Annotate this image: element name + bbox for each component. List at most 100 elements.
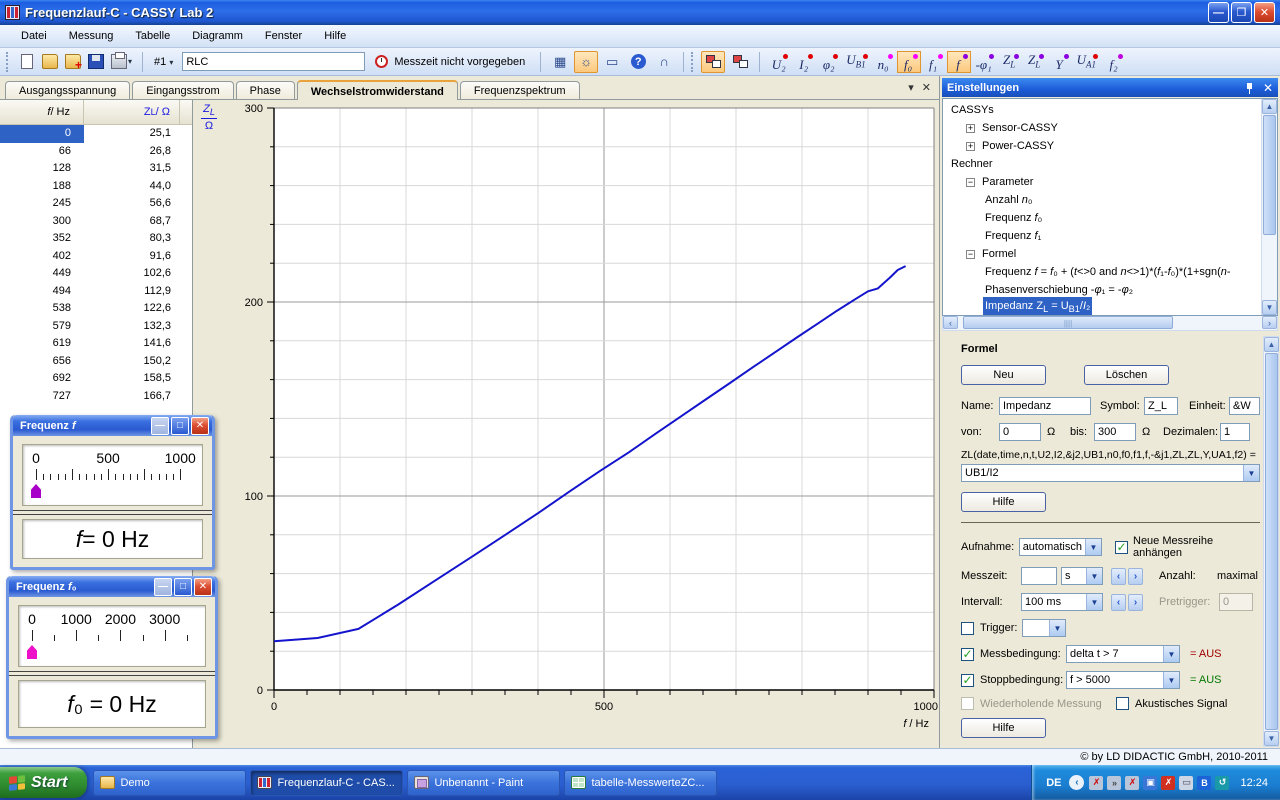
cell-zl[interactable]: 26,8 — [84, 143, 180, 161]
table-row[interactable]: 12831,5 — [0, 160, 192, 178]
chevron-down-icon[interactable]: ▼ — [1163, 646, 1179, 662]
messbedingung-combo[interactable]: delta t > 7 ▼ — [1066, 645, 1180, 663]
scroll-thumb[interactable] — [1265, 353, 1278, 730]
cell-zl[interactable]: 68,7 — [84, 213, 180, 231]
settings-vertical-scrollbar[interactable]: ▲ ▼ — [1263, 336, 1279, 747]
tree-item[interactable]: Frequenz f₁ — [947, 227, 1277, 245]
column-header-zl[interactable]: ZL / Ω — [84, 100, 180, 124]
close-button[interactable]: ✕ — [191, 417, 209, 435]
table-row[interactable]: 656150,2 — [0, 353, 192, 371]
chevron-down-icon[interactable]: ▼ — [1163, 672, 1179, 688]
table-row[interactable]: 35280,3 — [0, 230, 192, 248]
bluetooth-icon[interactable]: B — [1197, 776, 1211, 790]
display-settings-icon[interactable]: ▭ — [1179, 776, 1193, 790]
collapse-icon[interactable]: − — [966, 178, 975, 187]
frequenz-f0-window[interactable]: Frequenz f₀ — □ ✕ 0100020003000 f₀ = 0 H… — [6, 576, 218, 739]
maximize-button[interactable]: □ — [174, 578, 192, 596]
table-row[interactable]: 619141,6 — [0, 335, 192, 353]
quantity-₂-button[interactable]: φ₂ — [817, 51, 841, 73]
cell-zl[interactable]: 102,6 — [84, 265, 180, 283]
tree-item[interactable]: Frequenz f = f₀ + (t<>0 and n<>1)*(f₁-f₀… — [947, 263, 1277, 281]
cell-f[interactable]: 727 — [0, 388, 84, 406]
minimize-button[interactable]: — — [1208, 2, 1229, 23]
tree-item-label[interactable]: Sensor-CASSY — [980, 119, 1060, 137]
neue-messreihe-checkbox[interactable]: ✓ — [1115, 541, 1128, 554]
tree-item[interactable]: Impedanz ZL = UB1/I₂ — [947, 299, 1277, 316]
frequenz-f-slider[interactable]: 05001000 — [22, 444, 203, 506]
expand-icon[interactable]: + — [966, 124, 975, 133]
quantity-f₁-button[interactable]: f₁ — [922, 51, 946, 73]
intervall-increase-icon[interactable]: › — [1128, 594, 1143, 611]
frequenz-f-window[interactable]: Frequenz f — □ ✕ 05001000 f = 0 Hz — [10, 415, 215, 570]
messzeit-increase-icon[interactable]: › — [1128, 568, 1143, 585]
quantity-U₂-button[interactable]: U₂ — [767, 51, 791, 73]
table-row[interactable]: 692158,5 — [0, 370, 192, 388]
chevron-down-icon[interactable]: ▼ — [1085, 539, 1101, 555]
quantity-n₀-button[interactable]: n₀ — [872, 51, 896, 73]
tree-vertical-scrollbar[interactable]: ▲ ▼ — [1261, 99, 1277, 315]
quantity-UA1-button[interactable]: UA1 — [1073, 51, 1101, 73]
cell-zl[interactable]: 150,2 — [84, 353, 180, 371]
start-button[interactable]: Start — [0, 767, 87, 798]
stoppbedingung-checkbox[interactable]: ✓ — [961, 674, 974, 687]
tree-item[interactable]: CASSYs — [947, 101, 1277, 119]
symbol-input[interactable] — [1144, 397, 1178, 415]
append-file-button[interactable] — [62, 52, 84, 71]
bis-input[interactable] — [1094, 423, 1136, 441]
cell-zl[interactable]: 112,9 — [84, 283, 180, 301]
messzeit-decrease-icon[interactable]: ‹ — [1111, 568, 1126, 585]
taskbar-task-demo[interactable]: Demo — [93, 770, 246, 796]
aufnahme-combo[interactable]: automatisch ▼ — [1019, 538, 1102, 556]
table-row[interactable]: 40291,6 — [0, 248, 192, 266]
tab-ausgangsspannung[interactable]: Ausgangsspannung — [5, 81, 130, 99]
cell-zl[interactable]: 91,6 — [84, 248, 180, 266]
cascade-windows-icon[interactable] — [701, 51, 725, 73]
cell-zl[interactable]: 166,7 — [84, 388, 180, 406]
minimize-button[interactable]: — — [154, 578, 172, 596]
formula-combo[interactable]: UB1/I2 ▼ — [961, 464, 1260, 482]
cell-zl[interactable]: 44,0 — [84, 178, 180, 196]
scroll-down-icon[interactable]: ▼ — [1262, 300, 1277, 315]
quantity-I₂-button[interactable]: I₂ — [792, 51, 816, 73]
cell-f[interactable]: 619 — [0, 335, 84, 353]
menu-messung[interactable]: Messung — [58, 27, 125, 45]
cell-f[interactable]: 579 — [0, 318, 84, 336]
open-file-button[interactable] — [39, 52, 61, 71]
intervall-decrease-icon[interactable]: ‹ — [1111, 594, 1126, 611]
tree-item-label[interactable]: Formel — [980, 245, 1018, 263]
table-row[interactable]: 6626,8 — [0, 143, 192, 161]
scroll-right-icon[interactable]: › — [1262, 316, 1277, 329]
cell-zl[interactable]: 132,3 — [84, 318, 180, 336]
scroll-up-icon[interactable]: ▲ — [1262, 99, 1277, 114]
minimize-button[interactable]: — — [151, 417, 169, 435]
name-input[interactable] — [999, 397, 1091, 415]
cell-f[interactable]: 656 — [0, 353, 84, 371]
tree-item-label[interactable]: Rechner — [949, 155, 995, 173]
tree-item-label[interactable]: Parameter — [980, 173, 1035, 191]
table-row[interactable]: 30068,7 — [0, 213, 192, 231]
taskbar-task-tabelle-messwertezc[interactable]: tabelle-MesswerteZC... — [564, 770, 717, 796]
quantity-f₂-button[interactable]: f₂ — [1102, 51, 1126, 73]
formel-hilfe-button[interactable]: Hilfe — [961, 492, 1046, 512]
table-row[interactable]: 18844,0 — [0, 178, 192, 196]
messzeit-input[interactable] — [1021, 567, 1057, 585]
cell-f[interactable]: 0 — [0, 125, 84, 143]
cell-f[interactable]: 449 — [0, 265, 84, 283]
chevron-down-icon[interactable]: ▼ — [1086, 594, 1102, 610]
tree-item[interactable]: −Parameter — [947, 173, 1277, 191]
scroll-up-icon[interactable]: ▲ — [1264, 337, 1279, 352]
akustisches-signal-checkbox[interactable] — [1116, 697, 1129, 710]
frequenz-f0-titlebar[interactable]: Frequenz f₀ — □ ✕ — [9, 576, 215, 597]
maximize-button[interactable]: □ — [171, 417, 189, 435]
expand-icon[interactable]: + — [966, 142, 975, 151]
aufnahme-hilfe-button[interactable]: Hilfe — [961, 718, 1046, 738]
tree-item-label[interactable]: Anzahl n₀ — [983, 191, 1034, 209]
frequenz-f0-slider[interactable]: 0100020003000 — [18, 605, 206, 667]
scroll-thumb[interactable] — [1263, 115, 1276, 235]
table-row[interactable]: 025,1 — [0, 125, 192, 143]
quantity-ZL-button[interactable]: ZL — [1023, 51, 1047, 73]
table-row[interactable]: 24556,6 — [0, 195, 192, 213]
pin-icon[interactable] — [1245, 82, 1255, 94]
neu-button[interactable]: Neu — [961, 365, 1046, 385]
tab-wechselstromwiderstand[interactable]: Wechselstromwiderstand — [297, 80, 458, 100]
